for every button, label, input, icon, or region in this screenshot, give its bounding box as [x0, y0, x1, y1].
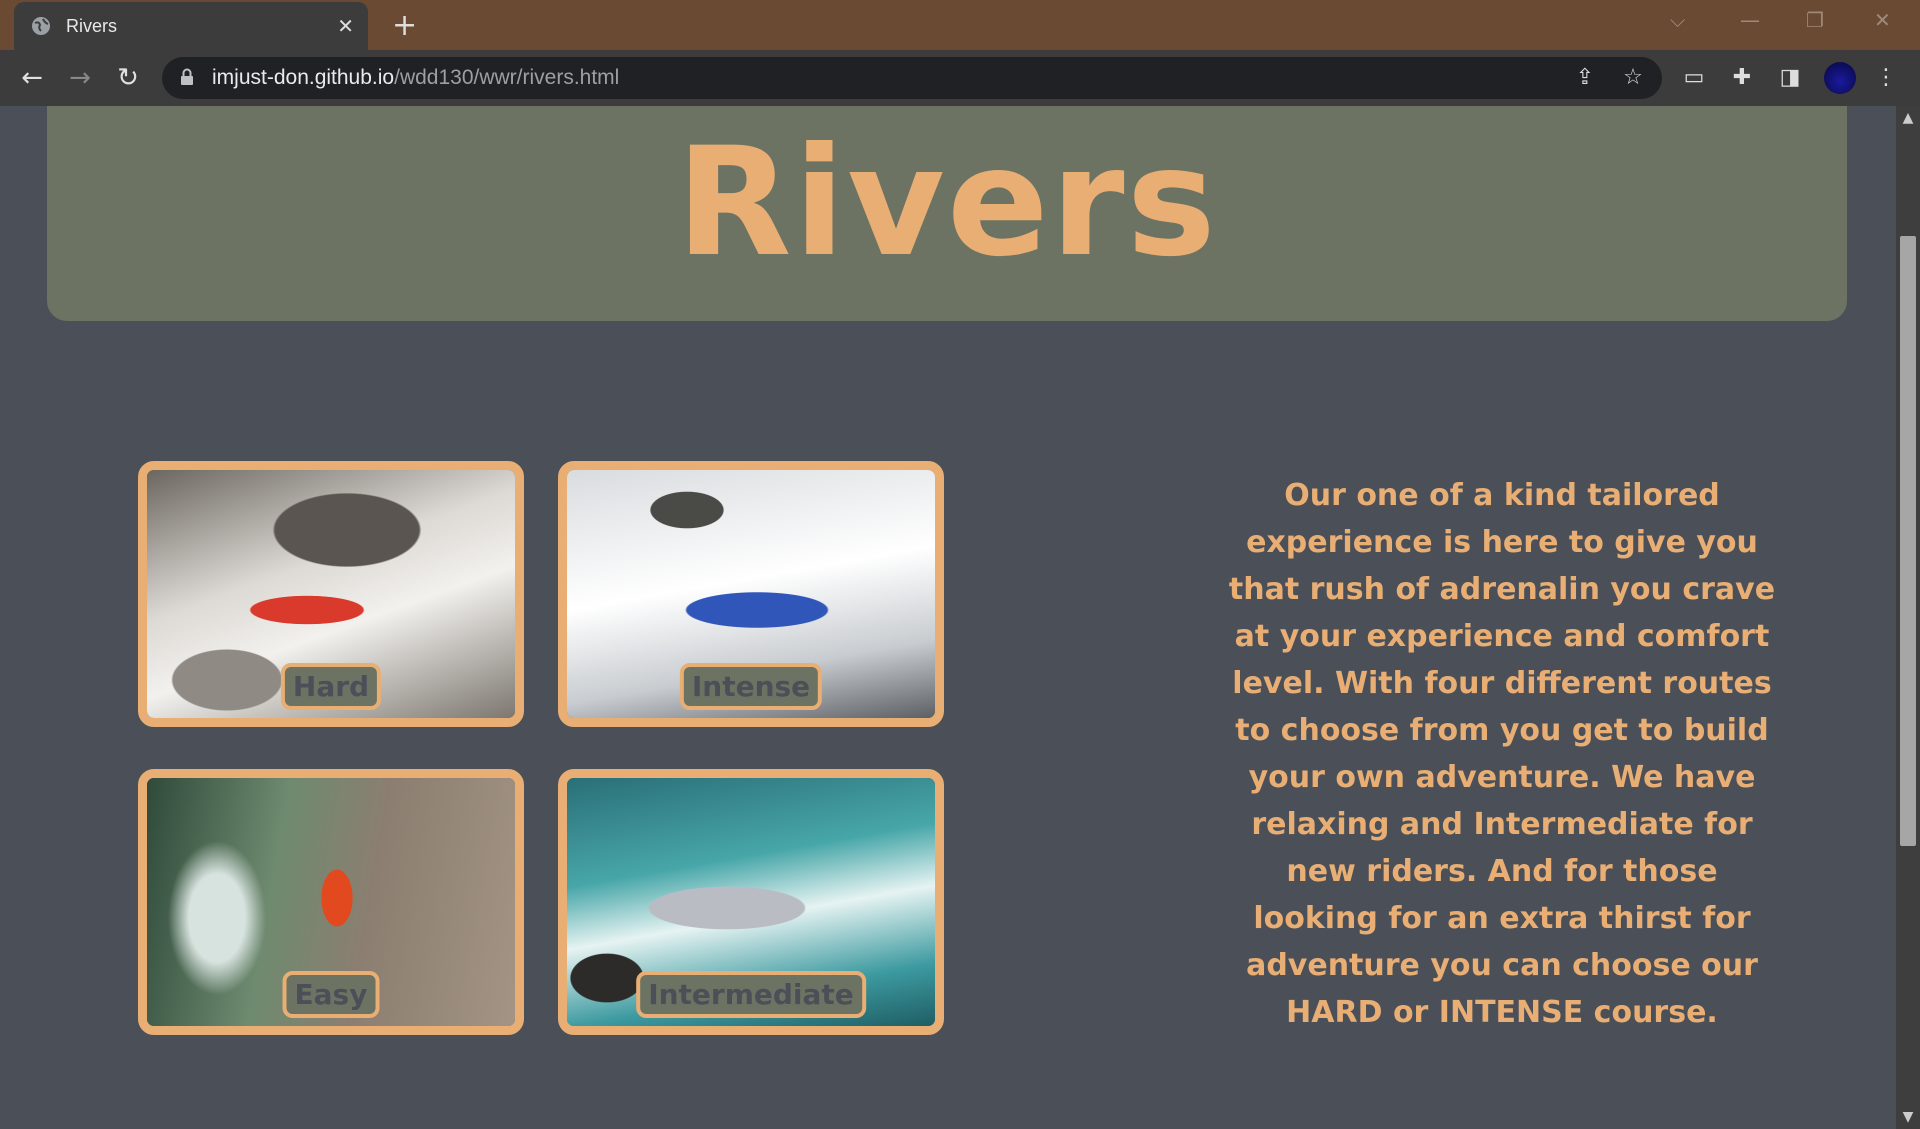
card-label: Intense — [679, 663, 823, 710]
river-card-hard[interactable]: Hard — [138, 461, 524, 727]
avatar[interactable] — [1824, 62, 1856, 94]
lock-icon — [181, 68, 193, 85]
browser-tab[interactable]: Rivers ✕ — [14, 2, 368, 50]
url-host: imjust-don.github.io — [212, 66, 395, 89]
puzzle-icon[interactable]: ✚ — [1726, 62, 1758, 94]
river-card-easy[interactable]: Easy — [138, 769, 524, 1035]
cast-icon[interactable]: ▭ — [1678, 62, 1710, 94]
star-icon[interactable]: ☆ — [1620, 65, 1646, 91]
globe-icon — [32, 17, 50, 35]
hero-banner: Rivers — [47, 106, 1847, 321]
description-text: Our one of a kind tailored experience is… — [1228, 478, 1776, 1030]
tab-strip: Rivers ✕ + ⌵ — ❐ ✕ — [0, 0, 1920, 50]
minimize-icon[interactable]: — — [1740, 8, 1760, 32]
vertical-scrollbar[interactable]: ▲ ▼ — [1896, 106, 1920, 1129]
scrollbar-thumb[interactable] — [1900, 236, 1916, 846]
url-path: /wdd130/wwr/rivers.html — [394, 66, 620, 89]
back-icon[interactable]: ← — [16, 62, 48, 94]
browser-toolbar: ← → ↻ imjust-don.github.io/wdd130/wwr/ri… — [0, 50, 1920, 106]
page-title: Rivers — [676, 116, 1218, 290]
url-text: imjust-don.github.io/wdd130/wwr/rivers.h… — [212, 66, 619, 90]
share-icon[interactable]: ⇪ — [1572, 65, 1598, 91]
river-card-intermediate[interactable]: Intermediate — [558, 769, 944, 1035]
restore-icon[interactable]: ❐ — [1806, 8, 1824, 32]
scroll-down-icon[interactable]: ▼ — [1896, 1109, 1920, 1125]
card-label: Hard — [280, 663, 382, 710]
reload-icon[interactable]: ↻ — [112, 62, 144, 94]
close-icon[interactable]: ✕ — [337, 14, 354, 39]
tab-title: Rivers — [66, 16, 118, 36]
menu-icon[interactable]: ⋮ — [1870, 62, 1902, 94]
chevron-down-icon[interactable]: ⌵ — [1670, 8, 1685, 32]
card-label: Intermediate — [636, 971, 866, 1018]
page-body: Rivers Hard Intense Easy Intermediate Ou… — [0, 106, 1896, 1129]
address-bar[interactable]: imjust-don.github.io/wdd130/wwr/rivers.h… — [162, 57, 1662, 99]
scroll-up-icon[interactable]: ▲ — [1896, 110, 1920, 126]
plus-icon[interactable]: + — [392, 8, 417, 43]
card-label: Easy — [282, 971, 380, 1018]
window-close-icon[interactable]: ✕ — [1874, 8, 1891, 32]
river-card-intense[interactable]: Intense — [558, 461, 944, 727]
sidepanel-icon[interactable]: ◨ — [1774, 62, 1806, 94]
forward-icon[interactable]: → — [64, 62, 96, 94]
